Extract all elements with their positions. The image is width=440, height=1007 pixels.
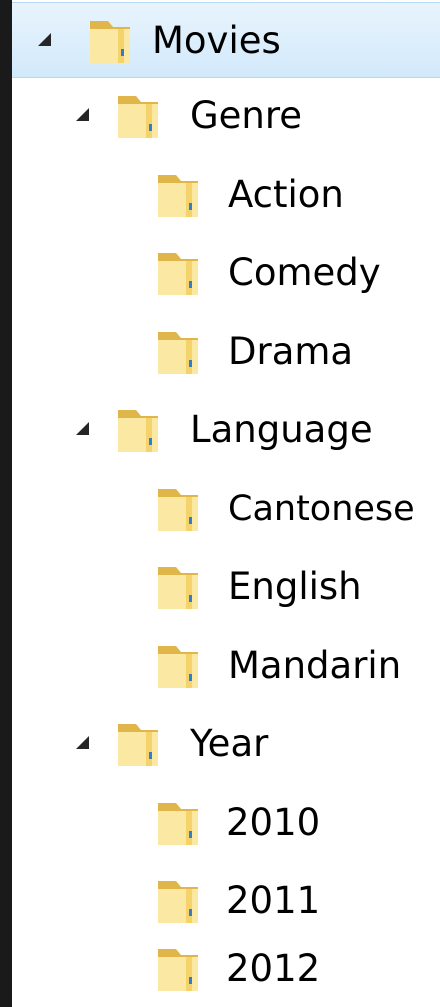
folder-tree: Movies Genre Action Comedy Drama Languag… bbox=[12, 0, 440, 1007]
folder-icon bbox=[158, 949, 198, 991]
tree-item-english[interactable]: English bbox=[12, 549, 440, 625]
expand-arrow-icon[interactable] bbox=[76, 108, 89, 121]
tree-item-label: 2012 bbox=[226, 947, 321, 990]
tree-item-2010[interactable]: 2010 bbox=[12, 785, 440, 861]
tree-item-comedy[interactable]: Comedy bbox=[12, 235, 440, 311]
expand-arrow-icon[interactable] bbox=[38, 33, 51, 46]
tree-item-label: 2010 bbox=[226, 801, 321, 844]
tree-item-label: Comedy bbox=[228, 251, 381, 294]
tree-item-mandarin[interactable]: Mandarin bbox=[12, 628, 440, 704]
tree-item-year[interactable]: Year bbox=[12, 706, 440, 782]
tree-item-action[interactable]: Action bbox=[12, 157, 440, 233]
folder-icon bbox=[118, 96, 158, 138]
folder-icon bbox=[118, 410, 158, 452]
folder-icon bbox=[158, 567, 198, 609]
folder-icon bbox=[90, 21, 130, 63]
tree-item-label: English bbox=[228, 565, 362, 608]
tree-item-movies[interactable]: Movies bbox=[12, 2, 440, 78]
folder-icon bbox=[158, 803, 198, 845]
tree-item-label: Mandarin bbox=[228, 644, 402, 687]
tree-item-drama[interactable]: Drama bbox=[12, 314, 440, 390]
tree-item-language[interactable]: Language bbox=[12, 392, 440, 468]
folder-icon bbox=[118, 724, 158, 766]
folder-icon bbox=[158, 881, 198, 923]
tree-item-label: Language bbox=[190, 408, 373, 451]
tree-item-genre[interactable]: Genre bbox=[12, 78, 440, 154]
folder-icon bbox=[158, 332, 198, 374]
expand-arrow-icon[interactable] bbox=[76, 736, 89, 749]
tree-item-2012[interactable]: 2012 bbox=[12, 931, 440, 1007]
tree-item-label: Cantonese bbox=[228, 489, 415, 529]
tree-item-label: Year bbox=[190, 722, 269, 765]
folder-icon bbox=[158, 646, 198, 688]
tree-item-label: Action bbox=[228, 173, 344, 216]
expand-arrow-icon[interactable] bbox=[76, 422, 89, 435]
tree-item-label: Movies bbox=[152, 19, 281, 62]
folder-icon bbox=[158, 175, 198, 217]
tree-item-cantonese[interactable]: Cantonese bbox=[12, 471, 440, 547]
tree-item-label: Drama bbox=[228, 330, 354, 373]
tree-item-2011[interactable]: 2011 bbox=[12, 863, 440, 939]
tree-item-label: Genre bbox=[190, 94, 303, 137]
folder-icon bbox=[158, 253, 198, 295]
tree-item-label: 2011 bbox=[226, 879, 321, 922]
folder-icon bbox=[158, 489, 198, 531]
